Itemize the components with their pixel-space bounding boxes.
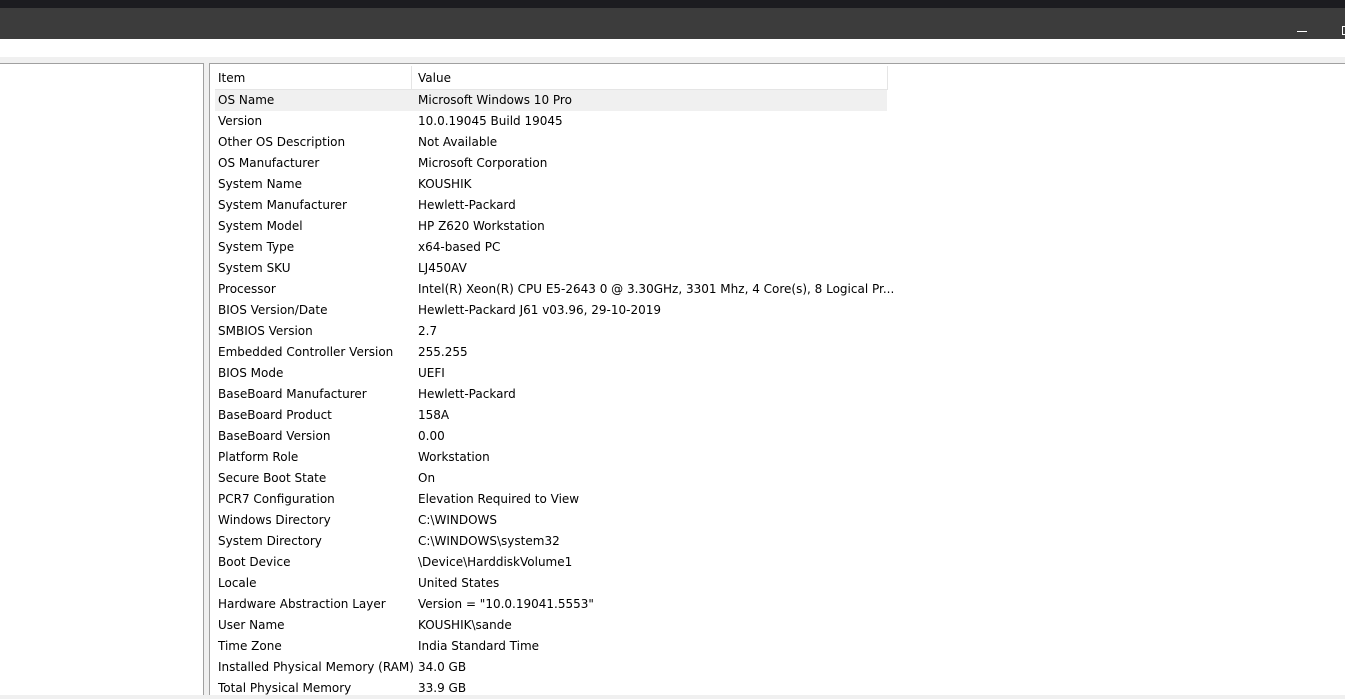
- list-header: Item Value: [215, 66, 888, 90]
- value-cell: Workstation: [418, 450, 490, 464]
- value-cell: 2.7: [418, 324, 438, 338]
- table-row[interactable]: System Name KOUSHIK: [215, 174, 887, 195]
- item-cell: BaseBoard Manufacturer: [218, 387, 367, 401]
- table-row[interactable]: Embedded Controller Version 255.255: [215, 342, 887, 363]
- item-cell: System Directory: [218, 534, 322, 548]
- value-cell: Elevation Required to View: [418, 492, 580, 506]
- item-cell: Embedded Controller Version: [218, 345, 394, 359]
- value-cell: HP Z620 Workstation: [418, 219, 545, 233]
- value-cell: 0.00: [418, 429, 445, 443]
- item-cell: Platform Role: [218, 450, 299, 464]
- table-row[interactable]: BaseBoard Version 0.00: [215, 426, 887, 447]
- value-cell: \Device\HarddiskVolume1: [418, 555, 573, 569]
- table-row[interactable]: OS Manufacturer Microsoft Corporation: [215, 153, 887, 174]
- table-row[interactable]: Processor Intel(R) Xeon(R) CPU E5-2643 0 …: [215, 279, 894, 300]
- table-row[interactable]: Installed Physical Memory (RAM) 34.0 GB: [215, 657, 887, 678]
- table-row[interactable]: PCR7 Configuration Elevation Required to …: [215, 489, 887, 510]
- minimize-icon[interactable]: [1297, 31, 1307, 32]
- column-divider[interactable]: [411, 66, 412, 89]
- item-cell: Windows Directory: [218, 513, 331, 527]
- value-cell: Not Available: [418, 135, 498, 149]
- table-row[interactable]: System SKU LJ450AV: [215, 258, 887, 279]
- item-cell: Processor: [218, 282, 276, 296]
- item-cell: System Manufacturer: [218, 198, 347, 212]
- table-row[interactable]: BIOS Mode UEFI: [215, 363, 887, 384]
- item-cell: Other OS Description: [218, 135, 346, 149]
- table-row[interactable]: Time Zone India Standard Time: [215, 636, 887, 657]
- table-row[interactable]: Hardware Abstraction Layer Version = "10.…: [215, 594, 887, 615]
- table-row[interactable]: Locale United States: [215, 573, 887, 594]
- value-cell: Hewlett-Packard J61 v03.96, 29-10-2019: [418, 303, 662, 317]
- item-cell: Time Zone: [218, 639, 282, 653]
- value-cell: Microsoft Windows 10 Pro: [418, 93, 572, 107]
- value-cell: Intel(R) Xeon(R) CPU E5-2643 0 @ 3.30GHz…: [418, 282, 895, 296]
- item-cell: System Name: [218, 177, 302, 191]
- value-cell: x64-based PC: [418, 240, 501, 254]
- item-cell: User Name: [218, 618, 285, 632]
- item-cell: OS Name: [218, 93, 275, 107]
- table-row[interactable]: Version 10.0.19045 Build 19045: [215, 111, 887, 132]
- table-row[interactable]: System Manufacturer Hewlett-Packard: [215, 195, 887, 216]
- top-strip: [0, 0, 1345, 8]
- value-cell: 34.0 GB: [418, 660, 467, 674]
- item-cell: SMBIOS Version: [218, 324, 313, 338]
- item-cell: System Type: [218, 240, 295, 254]
- value-cell: KOUSHIK: [418, 177, 472, 191]
- item-cell: Installed Physical Memory (RAM): [218, 660, 414, 674]
- item-cell: Locale: [218, 576, 257, 590]
- table-row[interactable]: Other OS Description Not Available: [215, 132, 887, 153]
- table-row[interactable]: OS Name Microsoft Windows 10 Pro: [215, 90, 887, 111]
- table-row[interactable]: Windows Directory C:\WINDOWS: [215, 510, 887, 531]
- item-cell: System SKU: [218, 261, 291, 275]
- table-row[interactable]: User Name KOUSHIK\sande: [215, 615, 887, 636]
- table-row[interactable]: System Model HP Z620 Workstation: [215, 216, 887, 237]
- item-cell: OS Manufacturer: [218, 156, 320, 170]
- column-header-value[interactable]: Value: [418, 71, 451, 85]
- value-cell: KOUSHIK\sande: [418, 618, 512, 632]
- table-row[interactable]: BaseBoard Manufacturer Hewlett-Packard: [215, 384, 887, 405]
- title-bar: [0, 8, 1345, 39]
- value-cell: C:\WINDOWS\system32: [418, 534, 560, 548]
- value-cell: 255.255: [418, 345, 468, 359]
- value-cell: UEFI: [418, 366, 445, 380]
- value-cell: United States: [418, 576, 500, 590]
- column-header-item[interactable]: Item: [218, 71, 245, 85]
- item-cell: PCR7 Configuration: [218, 492, 335, 506]
- details-list[interactable]: Item Value OS Name Microsoft Windows 10 P…: [209, 63, 1345, 695]
- table-row[interactable]: Secure Boot State On: [215, 468, 887, 489]
- item-cell: BIOS Mode: [218, 366, 284, 380]
- table-row[interactable]: SMBIOS Version 2.7: [215, 321, 887, 342]
- item-cell: Secure Boot State: [218, 471, 327, 485]
- value-cell: Microsoft Corporation: [418, 156, 548, 170]
- category-tree[interactable]: [0, 63, 204, 695]
- value-cell: Version = "10.0.19041.5553": [418, 597, 594, 611]
- item-cell: Boot Device: [218, 555, 291, 569]
- value-cell: 33.9 GB: [418, 681, 467, 695]
- item-cell: BaseBoard Product: [218, 408, 332, 422]
- item-cell: Hardware Abstraction Layer: [218, 597, 386, 611]
- value-cell: LJ450AV: [418, 261, 467, 275]
- item-cell: BIOS Version/Date: [218, 303, 328, 317]
- item-cell: BaseBoard Version: [218, 429, 331, 443]
- item-cell: System Model: [218, 219, 303, 233]
- value-cell: On: [418, 471, 436, 485]
- item-cell: Total Physical Memory: [218, 681, 352, 695]
- value-cell: C:\WINDOWS: [418, 513, 498, 527]
- menu-bar: [0, 39, 1345, 57]
- value-cell: India Standard Time: [418, 639, 540, 653]
- value-cell: Hewlett-Packard: [418, 198, 516, 212]
- table-row[interactable]: System Type x64-based PC: [215, 237, 887, 258]
- value-cell: Hewlett-Packard: [418, 387, 516, 401]
- table-row[interactable]: Boot Device \Device\HarddiskVolume1: [215, 552, 887, 573]
- value-cell: 158A: [418, 408, 450, 422]
- item-cell: Version: [218, 114, 263, 128]
- table-row[interactable]: Platform Role Workstation: [215, 447, 887, 468]
- value-cell: 10.0.19045 Build 19045: [418, 114, 563, 128]
- table-row[interactable]: System Directory C:\WINDOWS\system32: [215, 531, 887, 552]
- table-row[interactable]: BIOS Version/Date Hewlett-Packard J61 v03…: [215, 300, 887, 321]
- list-rows: OS Name Microsoft Windows 10 Pro Version 10…: [215, 90, 894, 699]
- table-row[interactable]: BaseBoard Product 158A: [215, 405, 887, 426]
- table-row[interactable]: Total Physical Memory 33.9 GB: [215, 678, 887, 699]
